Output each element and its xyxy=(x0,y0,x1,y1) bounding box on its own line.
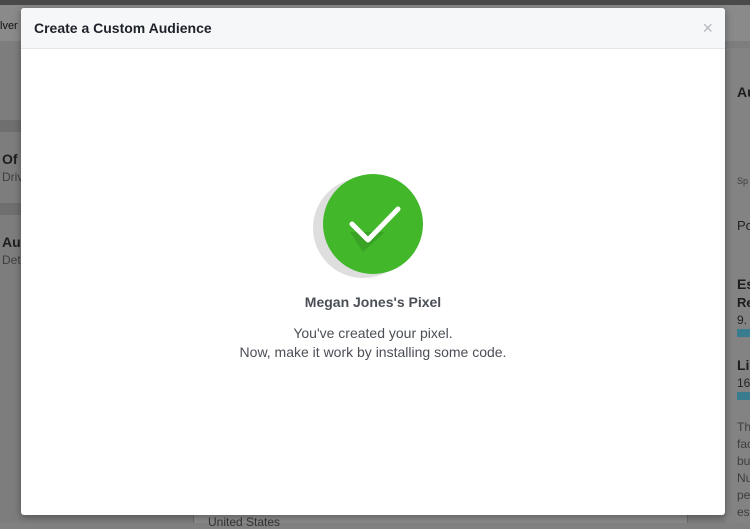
create-custom-audience-dialog: Create a Custom Audience × Megan Jones's… xyxy=(21,8,725,515)
background-fragment: bu xyxy=(737,454,750,468)
background-fragment: Re xyxy=(737,295,750,310)
dialog-title: Create a Custom Audience xyxy=(34,20,212,36)
background-fragment: Nu xyxy=(737,471,750,485)
success-message-line1: You've created your pixel. xyxy=(293,325,453,341)
background-country-field: United States xyxy=(193,515,688,529)
dialog-body: Megan Jones's Pixel You've created your … xyxy=(21,49,725,515)
background-fragment: United States xyxy=(208,515,281,529)
background-fragment: 9. xyxy=(737,313,748,327)
background-progress-bar xyxy=(737,329,750,337)
success-message-line2: Now, make it work by installing some cod… xyxy=(239,344,507,360)
background-item-title: Of xyxy=(2,151,18,167)
background-fragment: 16 xyxy=(737,376,750,390)
pixel-name: Megan Jones's Pixel xyxy=(304,294,442,310)
background-divider xyxy=(0,203,22,215)
background-fragment: pe xyxy=(737,488,750,502)
dialog-header: Create a Custom Audience × xyxy=(21,8,725,49)
background-fragment: Sp xyxy=(737,176,749,186)
background-fragment: Es xyxy=(737,276,750,292)
background-item-sub: Det xyxy=(2,253,21,267)
background-item-title: Au xyxy=(2,234,21,250)
success-check-graphic xyxy=(313,174,425,280)
close-icon[interactable]: × xyxy=(702,19,713,37)
checkmark-icon xyxy=(323,174,423,274)
background-divider xyxy=(0,120,22,132)
background-fragment: Po xyxy=(737,218,750,233)
background-fragment: Au xyxy=(737,84,750,100)
background-fragment: Li xyxy=(737,357,750,373)
background-progress-bar xyxy=(737,392,750,400)
checkmark-glyph xyxy=(349,206,401,252)
background-fragment: lver xyxy=(0,20,18,32)
background-fragment: Th xyxy=(737,420,750,434)
background-fragment: fac xyxy=(737,437,750,451)
background-fragment: es xyxy=(737,505,750,519)
